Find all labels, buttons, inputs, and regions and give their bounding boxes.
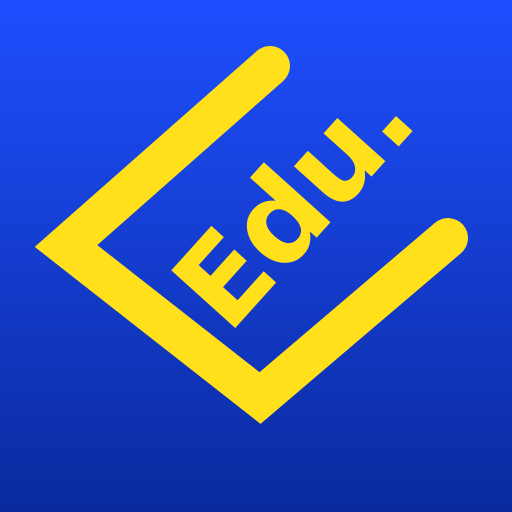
app-icon[interactable]: Edu. (0, 0, 512, 512)
app-icon-graphic: Edu. (0, 0, 512, 512)
